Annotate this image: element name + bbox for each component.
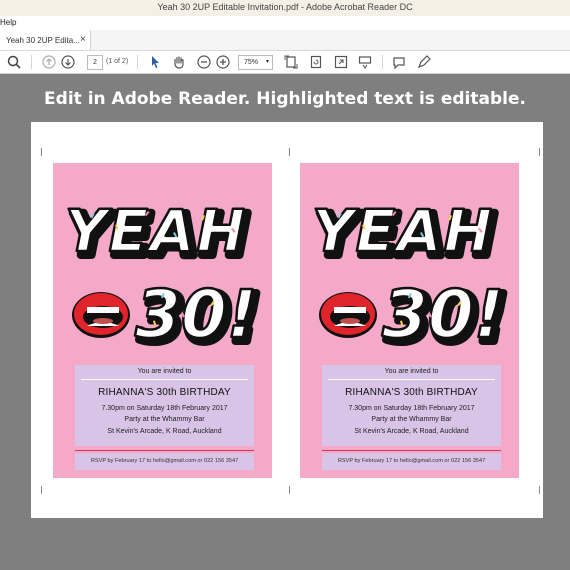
yeah-30-artwork: YEAH YEAH 30! 30!: [311, 196, 512, 361]
instruction-banner: Edit in Adobe Reader. Highlighted text i…: [44, 89, 526, 109]
event-address[interactable]: St Kevin's Arcade, K Road, Auckland: [322, 428, 501, 435]
event-address[interactable]: St Kevin's Arcade, K Road, Auckland: [75, 428, 254, 435]
invitation-details-panel[interactable]: You are invited to RIHANNA'S 30th BIRTHD…: [322, 365, 501, 446]
page-count: (1 of 2): [106, 58, 129, 65]
tab-bar: Yeah 30 2UP Edita... ×: [0, 30, 570, 51]
tab-label: Yeah 30 2UP Edita...: [6, 36, 80, 45]
sign-pen-icon[interactable]: [416, 54, 432, 70]
chevron-down-icon: ▾: [265, 59, 269, 65]
art-title-30: 30!: [382, 276, 504, 353]
lips-icon: [72, 292, 130, 338]
zoom-out-icon[interactable]: [196, 54, 212, 70]
search-icon[interactable]: [6, 54, 22, 70]
divider: [75, 450, 254, 451]
rsvp-panel[interactable]: RSVP by February 17 to hello@gmail.com o…: [75, 453, 254, 470]
divider: [81, 379, 248, 380]
document-tab[interactable]: Yeah 30 2UP Edita... ×: [0, 30, 91, 50]
comment-icon[interactable]: [391, 54, 407, 70]
pdf-page: YEAH YEAH 30! 30! You are invited to RIH…: [31, 122, 543, 518]
invitation-details-panel[interactable]: You are invited to RIHANNA'S 30th BIRTHD…: [75, 365, 254, 446]
document-viewer[interactable]: Edit in Adobe Reader. Highlighted text i…: [0, 74, 570, 570]
window-title: Yeah 30 2UP Editable Invitation.pdf - Ad…: [157, 2, 413, 12]
lips-icon: [319, 292, 377, 338]
rsvp-panel[interactable]: RSVP by February 17 to hello@gmail.com o…: [322, 453, 501, 470]
toolbar: 2 (1 of 2) 75% ▾: [0, 51, 570, 74]
crop-mark: [41, 148, 42, 156]
previous-page-icon[interactable]: [41, 54, 57, 70]
select-cursor-icon[interactable]: [147, 54, 163, 70]
toolbar-divider: [382, 55, 383, 69]
rsvp-text[interactable]: RSVP by February 17 to hello@gmail.com o…: [75, 458, 254, 464]
divider: [328, 379, 495, 380]
event-date[interactable]: 7.30pm on Saturday 18th February 2017: [75, 405, 254, 412]
event-venue[interactable]: Party at the Whammy Bar: [75, 416, 254, 423]
toolbar-divider: [31, 55, 32, 69]
full-screen-icon[interactable]: [333, 54, 349, 70]
crop-mark: [289, 486, 290, 494]
zoom-value: 75%: [244, 59, 259, 66]
title-bar: Yeah 30 2UP Editable Invitation.pdf - Ad…: [0, 0, 570, 16]
scroll-mode-icon[interactable]: [357, 54, 373, 70]
crop-mark: [41, 486, 42, 494]
divider: [322, 450, 501, 451]
close-tab-icon[interactable]: ×: [80, 34, 86, 45]
crop-mark: [539, 148, 540, 156]
event-date[interactable]: 7.30pm on Saturday 18th February 2017: [322, 405, 501, 412]
invited-text[interactable]: You are invited to: [322, 368, 501, 375]
zoom-select[interactable]: 75% ▾: [238, 55, 273, 70]
rsvp-text[interactable]: RSVP by February 17 to hello@gmail.com o…: [322, 458, 501, 464]
invitation-card: YEAH YEAH 30! 30! You are invited to RIH…: [300, 163, 519, 478]
invited-text[interactable]: You are invited to: [75, 368, 254, 375]
crop-mark: [289, 148, 290, 156]
invitation-card: YEAH YEAH 30! 30! You are invited to RIH…: [53, 163, 272, 478]
event-name[interactable]: RIHANNA'S 30th BIRTHDAY: [322, 387, 501, 398]
art-title-yeah: YEAH: [65, 197, 245, 265]
next-page-icon[interactable]: [60, 54, 76, 70]
art-title-yeah: YEAH: [312, 197, 492, 265]
menu-help[interactable]: Help: [0, 18, 16, 27]
menu-bar: Help: [0, 16, 570, 31]
yeah-30-artwork: YEAH YEAH 30! 30!: [64, 196, 265, 361]
rotate-page-icon[interactable]: [308, 54, 324, 70]
event-name[interactable]: RIHANNA'S 30th BIRTHDAY: [75, 387, 254, 398]
hand-tool-icon[interactable]: [171, 54, 187, 70]
zoom-in-icon[interactable]: [215, 54, 231, 70]
fit-page-icon[interactable]: [283, 54, 299, 70]
page-number-input[interactable]: 2: [87, 55, 103, 70]
event-venue[interactable]: Party at the Whammy Bar: [322, 416, 501, 423]
toolbar-divider: [137, 55, 138, 69]
crop-mark: [539, 486, 540, 494]
art-title-30: 30!: [135, 276, 257, 353]
